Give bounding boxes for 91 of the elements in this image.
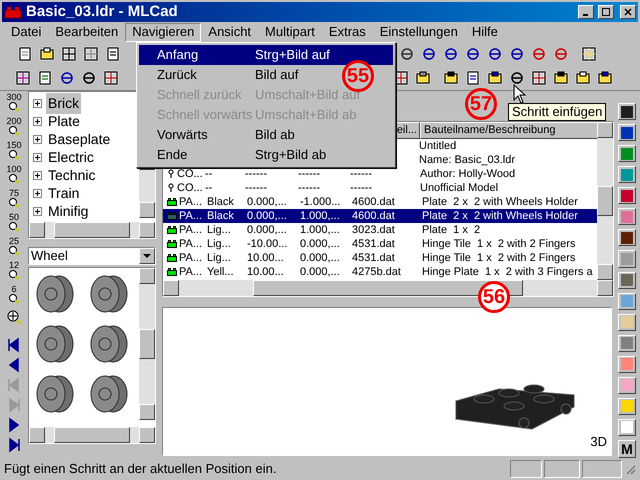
table-cell: 0.000,... xyxy=(300,266,340,278)
table-cell: Hinge Plate 1 x 2 with 3 Fingers a xyxy=(422,266,593,278)
zoom-button[interactable]: 150 xyxy=(3,141,25,165)
table-cell: CO... xyxy=(177,182,203,194)
menu-item[interactable]: Einstellungen xyxy=(372,22,465,42)
menu-entry[interactable]: Vorwärts Bild ab xyxy=(139,125,299,145)
table-cell: ------ xyxy=(298,182,320,194)
table-cell: 0.000,... xyxy=(300,252,340,264)
table-cell: 1.000,... xyxy=(300,210,340,222)
zoom-button[interactable]: 200 xyxy=(3,117,25,141)
tree-item[interactable]: Technic xyxy=(46,164,98,186)
table-cell: PA... xyxy=(179,266,202,278)
table-cell: Lig... xyxy=(207,252,231,264)
table-cell: Lig... xyxy=(207,224,231,236)
table-cell: 4600.dat xyxy=(352,210,395,222)
table-cell: ------ xyxy=(350,168,372,180)
tree-item[interactable]: Brick xyxy=(46,92,82,114)
tooltip: Schritt einfügen xyxy=(508,103,606,121)
table-cell: Untitled xyxy=(419,140,456,152)
zoom-button[interactable]: 100 xyxy=(3,165,25,189)
table-cell: ------ xyxy=(350,182,372,194)
table-cell: 0.000,... xyxy=(247,224,287,236)
table-cell: CO... xyxy=(177,168,203,180)
menu-entry[interactable]: Zurück Bild auf xyxy=(139,65,302,85)
table-cell: 0.000,... xyxy=(300,238,340,250)
table-row[interactable]: PA... Lig... 10.00... 0.000,... 4531.dat Hinge Tile 1 x 2 with 2 Fingers xyxy=(163,251,597,265)
table-cell: 4531.dat xyxy=(352,252,395,264)
menu-item[interactable]: Navigieren xyxy=(125,22,202,42)
table-cell: 0.000,... xyxy=(247,196,287,208)
view-mode-label: 3D xyxy=(590,432,607,450)
menu-item[interactable]: Multipart xyxy=(258,22,322,42)
tree-item[interactable]: Electric xyxy=(46,146,96,168)
table-cell: ------ xyxy=(245,168,267,180)
table-cell: -10.00... xyxy=(247,238,288,250)
table-cell: Author: Holly-Wood xyxy=(420,168,516,180)
table-row[interactable]: PA... Yell... 10.00... 0.000,... 4275b.dat Hinge Plate 1 x 2 with 3 Fingers a xyxy=(163,265,597,279)
zoom-button[interactable]: 50 xyxy=(3,213,25,237)
window-title: Basic_03.ldr - MLCad xyxy=(26,2,178,22)
menu-item[interactable]: Hilfe xyxy=(464,22,505,42)
table-cell: 4600.dat xyxy=(352,196,395,208)
table-cell: ------ xyxy=(298,168,320,180)
table-cell: 10.00... xyxy=(247,266,284,278)
table-cell: 4531.dat xyxy=(352,238,395,250)
zoom-button[interactable]: 6 xyxy=(3,285,25,309)
menu-entry[interactable]: Ende Strg+Bild ab xyxy=(139,145,330,165)
table-cell: Lig... xyxy=(207,238,231,250)
tree-item[interactable]: Train xyxy=(46,182,82,204)
table-cell: 4275b.dat xyxy=(352,266,401,278)
table-row[interactable]: PA... Black 0.000,... 1.000,... 4600.dat Plate 2 x 2 with Wheels Holder xyxy=(163,209,597,223)
tree-item[interactable]: Plate xyxy=(46,110,82,132)
menu-item[interactable]: Datei xyxy=(4,22,48,42)
table-cell: PA... xyxy=(179,238,202,250)
zoom-button[interactable]: 75 xyxy=(3,189,25,213)
zoom-button[interactable]: 300 xyxy=(3,93,25,117)
table-cell: PA... xyxy=(179,210,202,222)
menu-item[interactable]: Ansicht xyxy=(201,22,258,42)
table-cell: 0.000,... xyxy=(247,210,287,222)
table-cell: -1.000... xyxy=(300,196,340,208)
table-cell: PA... xyxy=(179,252,202,264)
table-cell: 10.00... xyxy=(247,252,284,264)
tree-item[interactable]: Baseplate xyxy=(46,128,112,150)
table-cell: -- xyxy=(205,182,212,194)
table-cell: Plate 2 x 2 with Wheels Holder xyxy=(422,210,578,222)
table-cell: 1.000,... xyxy=(300,224,340,236)
table-row[interactable]: PA... Lig... -10.00... 0.000,... 4531.dat Hinge Tile 1 x 2 with 2 Fingers xyxy=(163,237,597,251)
status-text: Fügt einen Schritt an der aktuellen Position ein. xyxy=(4,460,278,478)
table-cell: PA... xyxy=(179,224,202,236)
zoom-button[interactable]: 12 xyxy=(3,261,25,285)
table-cell: PA... xyxy=(179,196,202,208)
zoom-button[interactable]: 25 xyxy=(3,237,25,261)
table-row[interactable]: CO... -- ------ ------ ------ Unofficial Model xyxy=(163,181,597,195)
table-cell: ------ xyxy=(245,182,267,194)
table-row[interactable]: CO... -- ------ ------ ------ Author: Holly-Wood xyxy=(163,167,597,181)
menu-item[interactable]: Bearbeiten xyxy=(48,22,126,42)
table-cell: Yell... xyxy=(207,266,234,278)
table-cell: Plate 2 x 2 with Wheels Holder xyxy=(422,196,578,208)
table-cell: 3023.dat xyxy=(352,224,395,236)
menu-item[interactable]: Extras xyxy=(322,22,373,42)
model-button[interactable]: M xyxy=(618,440,636,458)
table-cell: Unofficial Model xyxy=(420,182,498,194)
tree-item[interactable]: Minifig xyxy=(46,200,90,222)
table-row[interactable]: PA... Black 0.000,... -1.000... 4600.dat Plate 2 x 2 with Wheels Holder xyxy=(163,195,597,209)
table-cell: Hinge Tile 1 x 2 with 2 Fingers xyxy=(422,238,576,250)
callout-number: 57 xyxy=(465,88,497,120)
table-cell: Black xyxy=(207,210,234,222)
table-cell: Plate 1 x 2 xyxy=(422,224,480,236)
table-cell: -- xyxy=(205,168,212,180)
table-cell: Hinge Tile 1 x 2 with 2 Fingers xyxy=(422,252,576,264)
table-row[interactable]: PA... Lig... 0.000,... 1.000,... 3023.dat Plate 1 x 2 xyxy=(163,223,597,237)
table-cell: Black xyxy=(207,196,234,208)
menu-entry[interactable]: Anfang Strg+Bild auf xyxy=(139,45,393,65)
